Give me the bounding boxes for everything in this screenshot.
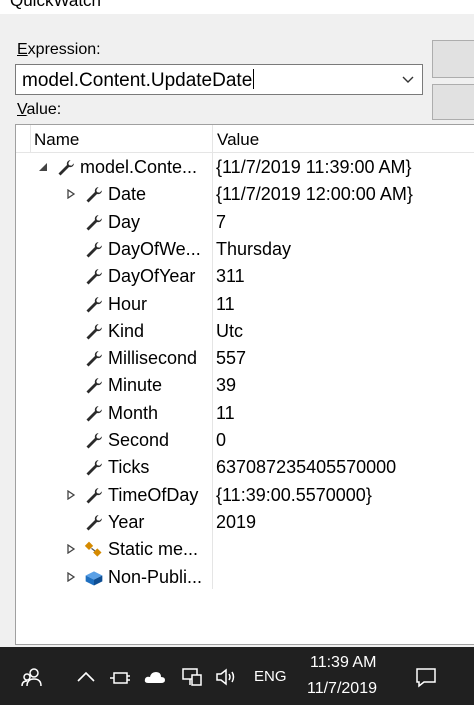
grid-row[interactable]: TimeOfDay {11:39:00.5570000} bbox=[16, 482, 474, 509]
grid-row[interactable]: Millisecond 557 bbox=[16, 345, 474, 372]
row-name: Minute bbox=[108, 375, 163, 396]
wrench-icon bbox=[86, 296, 102, 312]
row-value[interactable]: 2019 bbox=[216, 512, 256, 533]
row-value[interactable]: 39 bbox=[216, 375, 236, 396]
row-value[interactable]: 311 bbox=[216, 266, 245, 287]
wrench-icon bbox=[86, 214, 102, 231]
row-name: model.Conte... bbox=[80, 157, 198, 177]
notification-icon[interactable] bbox=[414, 665, 438, 689]
wrench-icon bbox=[86, 433, 102, 449]
wrench-icon bbox=[86, 487, 102, 504]
row-name: Millisecond bbox=[108, 348, 198, 369]
wrench-icon bbox=[58, 160, 74, 176]
row-name: Ticks bbox=[108, 457, 150, 478]
network-icon[interactable] bbox=[180, 665, 204, 689]
clock-time[interactable]: 11:39 AM bbox=[310, 654, 376, 672]
collapse-arrow-icon[interactable] bbox=[38, 162, 48, 172]
column-header-name[interactable]: Name bbox=[34, 130, 79, 150]
expand-arrow-icon[interactable] bbox=[66, 189, 76, 200]
grid-row[interactable]: Second 0 bbox=[16, 427, 474, 454]
row-value[interactable]: 557 bbox=[216, 348, 246, 369]
speaker-icon[interactable] bbox=[214, 665, 238, 689]
row-value[interactable]: 11 bbox=[216, 294, 235, 315]
row-name: Date bbox=[108, 184, 147, 205]
row-value[interactable]: 11 bbox=[216, 403, 235, 424]
wrench-icon bbox=[86, 405, 102, 422]
row-name: Month bbox=[108, 402, 159, 423]
expand-arrow-icon[interactable] bbox=[66, 571, 76, 582]
chevron-down-icon[interactable] bbox=[401, 73, 415, 87]
people-icon[interactable] bbox=[20, 665, 44, 689]
wrench-icon bbox=[86, 269, 102, 285]
row-value[interactable]: 637087235405570000 bbox=[216, 457, 396, 478]
grid-row[interactable]: Non-Publi... bbox=[16, 564, 474, 591]
expression-combobox[interactable]: model.Content.UpdateDate bbox=[15, 64, 423, 95]
row-name: DayOfWe... bbox=[108, 238, 201, 259]
cloud-icon[interactable] bbox=[143, 665, 167, 689]
value-label: Value: bbox=[17, 101, 62, 118]
row-name: Kind bbox=[108, 320, 145, 341]
language-indicator[interactable]: ENG bbox=[254, 668, 287, 685]
row-name: Second bbox=[108, 430, 170, 450]
clock-date[interactable]: 11/7/2019 bbox=[307, 680, 377, 698]
row-name: Year bbox=[108, 511, 145, 532]
grid-row[interactable]: Hour 11 bbox=[16, 291, 474, 318]
grid-row[interactable]: Ticks 637087235405570000 bbox=[16, 454, 474, 481]
row-name: DayOfYear bbox=[108, 266, 196, 287]
grid-row[interactable]: DayOfWe... Thursday bbox=[16, 236, 474, 263]
grid-row[interactable]: Minute 39 bbox=[16, 372, 474, 399]
wrench-icon bbox=[86, 514, 102, 531]
row-value[interactable]: 0 bbox=[216, 430, 226, 451]
reevaluate-button[interactable] bbox=[432, 40, 474, 78]
grid-row[interactable]: DayOfYear 311 bbox=[16, 263, 474, 290]
wrench-icon bbox=[86, 351, 102, 367]
row-name: TimeOfDay bbox=[108, 484, 199, 505]
expand-arrow-icon[interactable] bbox=[66, 489, 76, 500]
window-title: QuickWatch bbox=[10, 0, 102, 10]
wrench-icon bbox=[86, 241, 102, 258]
row-value[interactable]: 7 bbox=[216, 212, 226, 233]
wrench-icon bbox=[86, 378, 102, 394]
row-name: Non-Publi... bbox=[108, 566, 203, 587]
wrench-icon bbox=[86, 323, 102, 340]
row-name: Hour bbox=[108, 293, 148, 314]
expression-label: Expression: bbox=[17, 41, 101, 58]
row-value[interactable]: {11:39:00.5570000} bbox=[216, 485, 372, 506]
grid-row[interactable]: Year 2019 bbox=[16, 509, 474, 536]
expression-input[interactable]: model.Content.UpdateDate bbox=[22, 69, 255, 92]
row-value[interactable]: Thursday bbox=[216, 239, 291, 260]
grid-row[interactable]: Kind Utc bbox=[16, 318, 474, 345]
add-watch-button[interactable] bbox=[432, 84, 474, 120]
taskbar: ENG 11:39 AM 11/7/2019 bbox=[0, 647, 474, 705]
grid-row[interactable]: Date {11/7/2019 12:00:00 AM} bbox=[16, 181, 474, 208]
grid-row[interactable]: Month 11 bbox=[16, 400, 474, 427]
power-plug-icon[interactable] bbox=[108, 665, 132, 689]
chevron-up-icon[interactable] bbox=[74, 665, 98, 689]
grid-row[interactable]: Static me... bbox=[16, 536, 474, 563]
column-header-value[interactable]: Value bbox=[217, 130, 259, 150]
watch-grid[interactable]: Name Value model.Conte... {11/7/2019 11:3… bbox=[15, 124, 474, 645]
non-public-members-icon bbox=[85, 570, 103, 585]
static-members-icon bbox=[84, 541, 102, 557]
row-value[interactable]: Utc bbox=[216, 321, 243, 342]
grid-header: Name Value bbox=[16, 125, 474, 153]
row-value[interactable]: {11/7/2019 12:00:00 AM} bbox=[216, 184, 413, 205]
row-name: Day bbox=[108, 211, 141, 232]
window-title-bar: QuickWatch bbox=[0, 0, 474, 14]
grid-row[interactable]: Day 7 bbox=[16, 209, 474, 236]
row-name: Static me... bbox=[108, 539, 199, 560]
wrench-icon bbox=[86, 460, 102, 476]
grid-row[interactable]: model.Conte... {11/7/2019 11:39:00 AM} bbox=[16, 154, 474, 181]
row-value[interactable]: {11/7/2019 11:39:00 AM} bbox=[216, 157, 412, 178]
expand-arrow-icon[interactable] bbox=[66, 544, 76, 555]
wrench-icon bbox=[86, 187, 102, 203]
